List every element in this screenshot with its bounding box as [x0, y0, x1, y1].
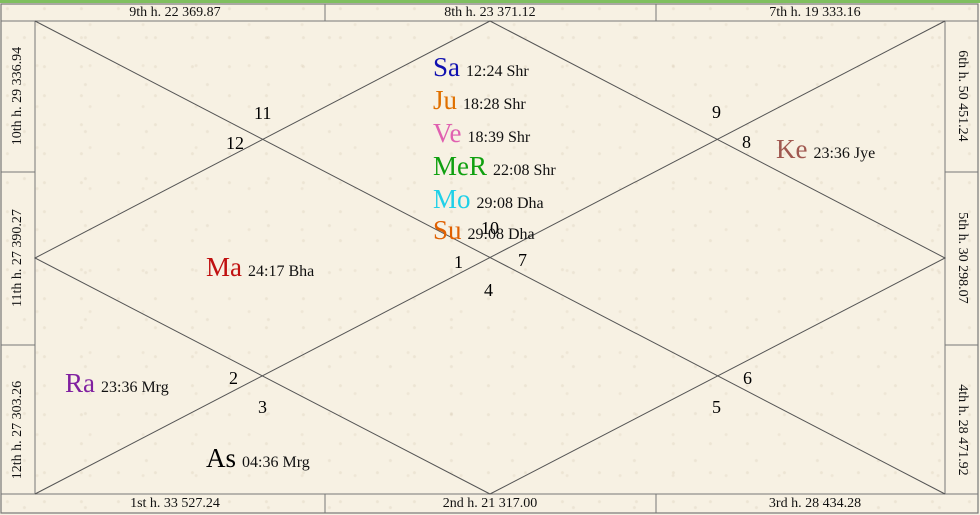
- planet-jupiter-name: Ju: [433, 85, 458, 115]
- house-11-header: 11th h. 27 390.27: [10, 209, 25, 307]
- planet-mars-name: Ma: [206, 252, 242, 282]
- planet-sun-name: Su: [433, 215, 462, 245]
- planet-ketu-name: Ke: [776, 134, 808, 164]
- house-number-8: 8: [742, 132, 751, 152]
- house-number-9: 9: [712, 102, 721, 122]
- house-2-header: 2nd h. 21 317.00: [442, 496, 538, 511]
- planet-saturn-degree: 12:24 Shr: [466, 63, 529, 80]
- planet-saturn-name: Sa: [433, 52, 460, 82]
- house-3-header: 3rd h. 28 434.28: [768, 496, 862, 511]
- house-number-12: 12: [226, 133, 244, 153]
- house-7-header: 7th h. 19 333.16: [769, 5, 861, 20]
- planet-sun-degree: 29:08 Dha: [467, 226, 535, 243]
- planet-saturn: Sa 12:24 Shr: [433, 52, 529, 87]
- house-number-4: 4: [484, 280, 493, 300]
- planet-mercury: MeR 22:08 Shr: [433, 151, 556, 186]
- planet-rahu: Ra 23:36 Mrg: [65, 368, 169, 403]
- planet-rahu-name: Ra: [65, 368, 95, 398]
- planet-mars: Ma 24:17 Bha: [206, 252, 314, 287]
- planet-jupiter: Ju 18:28 Shr: [433, 85, 526, 120]
- house-4-header: 4th h. 28 471.92: [955, 384, 970, 476]
- house-number-11: 11: [254, 103, 272, 123]
- house-number-3: 3: [258, 397, 267, 417]
- planet-venus-name: Ve: [433, 118, 462, 148]
- house-number-2: 2: [229, 368, 238, 388]
- planet-sun: Su 29:08 Dha: [433, 215, 535, 250]
- planet-moon: Mo 29:08 Dha: [433, 184, 544, 219]
- house-1-header: 1st h. 33 527.24: [130, 496, 220, 511]
- house-9-header: 9th h. 22 369.87: [129, 5, 221, 20]
- planet-rahu-degree: 23:36 Mrg: [101, 379, 169, 396]
- birth-chart: 9th h. 22 369.87 8th h. 23 371.12 7th h.…: [0, 0, 980, 515]
- house-6-header: 6th h. 50 451.24: [955, 50, 970, 142]
- house-8-header: 8th h. 23 371.12: [444, 5, 536, 20]
- ascendant: As 04:36 Mrg: [206, 443, 310, 478]
- planet-ketu-degree: 23:36 Jye: [813, 145, 876, 162]
- planet-mercury-name: MeR: [433, 151, 487, 181]
- planet-venus-degree: 18:39 Shr: [467, 129, 531, 146]
- house-10-header: 10th h. 29 336.94: [10, 46, 25, 146]
- planet-jupiter-degree: 18:28 Shr: [463, 96, 526, 113]
- house-number-5: 5: [712, 397, 721, 417]
- planet-ketu: Ke 23:36 Jye: [776, 134, 875, 169]
- house-number-7: 7: [518, 250, 527, 270]
- planet-moon-name: Mo: [433, 184, 471, 214]
- house-5-header: 5th h. 30 298.07: [955, 212, 970, 304]
- house-number-1: 1: [454, 252, 463, 272]
- planet-mercury-degree: 22:08 Shr: [493, 162, 556, 179]
- planet-moon-degree: 29:08 Dha: [476, 195, 544, 212]
- planet-venus: Ve 18:39 Shr: [433, 118, 530, 153]
- house-12-header: 12th h. 27 303.26: [10, 380, 25, 480]
- planet-mars-degree: 24:17 Bha: [248, 263, 315, 280]
- ascendant-degree: 04:36 Mrg: [242, 454, 310, 471]
- house-number-6: 6: [743, 368, 752, 388]
- ascendant-name: As: [206, 443, 237, 473]
